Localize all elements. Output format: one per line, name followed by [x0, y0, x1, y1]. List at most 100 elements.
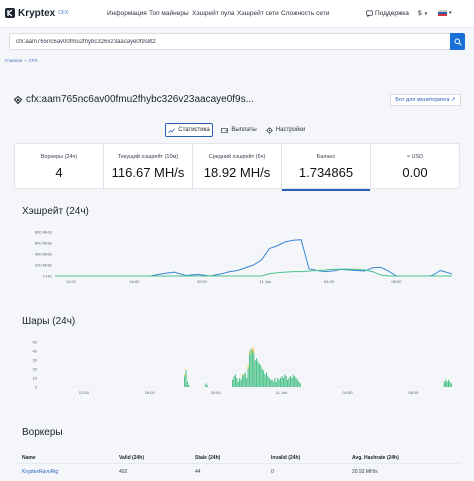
account-header: cfx:aam765nc6av00fmu2fhybc326v23aacaye0f…: [14, 94, 254, 105]
hashrate-y-tick: 0 H/s: [43, 273, 52, 278]
shares-valid-bar: [263, 370, 265, 387]
account-address: cfx:aam765nc6av00fmu2fhybc326v23aacaye0f…: [26, 94, 254, 105]
shares-valid-bar: [185, 370, 187, 387]
shares-valid-bar: [447, 379, 450, 387]
language-flag-icon[interactable]: [438, 10, 447, 16]
shares-valid-bar: [288, 378, 290, 387]
stat-current-hashrate-value: 116.67 MH/s: [111, 165, 185, 180]
shares-valid-bar: [446, 381, 448, 387]
shares-valid-bar: [236, 378, 238, 387]
shares-valid-bar: [277, 378, 279, 387]
shares-valid-bar: [205, 383, 207, 387]
col-invalid[interactable]: Invalid (24h): [271, 455, 300, 461]
top-navbar: Kryptex CFX Информация Топ майнеры Хэшре…: [0, 0, 474, 28]
stat-workers-label: Воркеры (24ч): [40, 154, 78, 160]
brand-logo[interactable]: Kryptex CFX: [4, 7, 68, 19]
shares-valid-bar: [285, 376, 287, 387]
monitoring-bot-button[interactable]: Бот для мониторинга ↗: [390, 94, 461, 106]
cfx-coin-icon: [14, 95, 22, 104]
shares-x-tick: 16:00: [145, 390, 156, 395]
hashrate-title: Хэшрейт (24ч): [22, 206, 89, 217]
shares-y-tick: 40: [33, 348, 38, 353]
shares-x-tick: 04:00: [342, 390, 353, 395]
worker-stale: 44: [195, 469, 201, 475]
shares-valid-bar: [247, 369, 249, 387]
shares-valid-bar: [237, 381, 239, 387]
tab-settings-label: Настройки: [275, 127, 306, 133]
nav-info[interactable]: Информация: [107, 10, 147, 17]
shares-valid-bar: [449, 381, 451, 387]
shares-valid-bar: [271, 379, 273, 387]
shares-valid-bar: [260, 365, 262, 387]
shares-valid-bar: [264, 374, 266, 387]
shares-valid-bar: [265, 372, 268, 387]
worker-name-link[interactable]: KryptexRavoRig: [22, 469, 58, 475]
col-valid[interactable]: Valid (24h): [119, 455, 144, 461]
worker-valid: 402: [119, 469, 128, 475]
col-name[interactable]: Name: [22, 455, 36, 461]
tab-settings[interactable]: Настройки: [263, 123, 308, 137]
stat-current-hashrate-label: Текущий хэшрейт (10м): [117, 154, 179, 160]
shares-valid-bar: [281, 376, 283, 387]
col-hashrate[interactable]: Avg. Hashrate (24h): [352, 455, 399, 461]
shares-valid-bar: [239, 378, 241, 387]
stat-workers: Воркеры (24ч) 4: [15, 144, 104, 190]
shares-valid-bar: [232, 379, 234, 387]
stats-panel: Воркеры (24ч) 4 Текущий хэшрейт (10м) 11…: [14, 143, 460, 191]
shares-valid-bar: [294, 376, 296, 387]
shares-valid-bar: [450, 383, 452, 387]
hashrate-x-tick: 12:00: [66, 279, 77, 284]
brand-coin: CFX: [58, 10, 69, 16]
tab-payouts[interactable]: Выплаты: [220, 123, 258, 137]
shares-valid-bar: [243, 374, 245, 387]
shares-stale-bar: [185, 369, 187, 371]
stat-average-hashrate: Средний хэшрейт (6ч) 18.92 MH/s: [193, 144, 282, 190]
shares-y-tick: 10: [33, 375, 38, 380]
shares-y-tick: 20: [33, 366, 38, 371]
hashrate-average-line: [55, 268, 452, 277]
search-button[interactable]: [450, 33, 465, 50]
shares-valid-bar: [280, 378, 282, 387]
shares-valid-bar: [246, 378, 248, 387]
hashrate-y-tick: 400 MH/s: [35, 251, 52, 256]
shares-valid-bar: [233, 376, 235, 387]
shares-y-tick: 30: [33, 357, 38, 362]
shares-stale-bar: [184, 374, 186, 377]
search-input[interactable]: [10, 34, 450, 49]
table-divider: [14, 463, 460, 464]
nav-top-miners[interactable]: Топ майнеры: [149, 10, 189, 17]
breadcrumb-home[interactable]: Главная: [5, 58, 22, 63]
shares-valid-bar: [284, 374, 286, 387]
stat-usd-label: ≈ USD: [406, 154, 424, 160]
worker-hashrate: 20.93 MH/s: [352, 469, 378, 475]
stat-balance-value: 1.734865: [298, 165, 354, 180]
nav-network-difficulty[interactable]: Сложность сети: [281, 10, 329, 17]
nav-network-hashrate[interactable]: Хэшрейт сети: [237, 10, 279, 17]
shares-valid-bar: [241, 376, 244, 387]
breadcrumb-cfx[interactable]: CFX: [29, 58, 38, 63]
tab-stats[interactable]: Статистика: [165, 123, 213, 137]
shares-valid-bar: [261, 369, 263, 387]
shares-valid-bar: [253, 352, 255, 387]
shares-chart: 0 10 20 30 40 50 12:00 16:00 20:00 11 Jun 04:00 08:…: [33, 339, 452, 395]
shares-valid-bar: [244, 372, 246, 387]
shares-valid-bar: [256, 358, 258, 387]
hashrate-x-tick: 16:00: [129, 279, 140, 284]
stat-workers-value: 4: [55, 165, 63, 180]
shares-valid-bar: [272, 381, 275, 387]
shares-valid-bar: [184, 376, 186, 387]
worker-invalid: 0: [271, 469, 274, 475]
chat-icon: [366, 10, 373, 17]
shares-valid-bar: [282, 378, 284, 387]
shares-y-tick: 50: [33, 339, 38, 344]
shares-valid-bar: [267, 376, 269, 387]
chevron-down-icon[interactable]: ▾: [449, 10, 452, 16]
hashrate-y-tick: 800 MH/s: [35, 229, 52, 234]
currency-select[interactable]: $ ▾: [418, 10, 427, 17]
nav-pool-hashrate[interactable]: Хэшрейт пула: [192, 10, 235, 17]
support-link[interactable]: Поддержка: [366, 10, 409, 17]
shares-valid-bar: [274, 378, 276, 387]
account-tabs: Статистика Выплаты Настройки: [0, 123, 474, 137]
shares-valid-bar: [278, 379, 280, 387]
col-stale[interactable]: Stale (24h): [195, 455, 220, 461]
